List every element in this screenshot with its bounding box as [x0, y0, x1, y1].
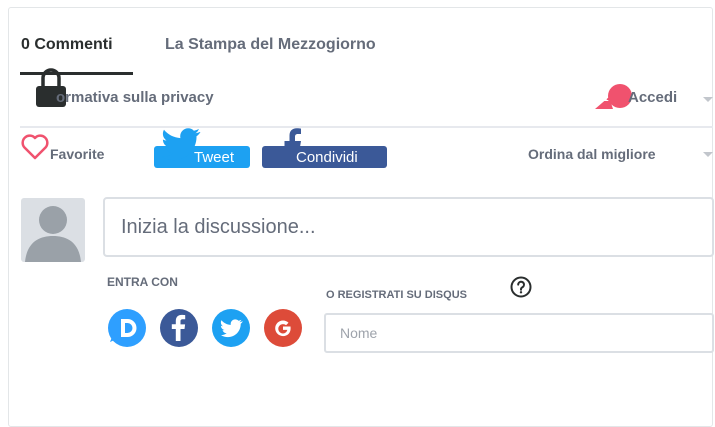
tab-forum-name[interactable]: La Stampa del Mezzogiorno: [165, 36, 376, 54]
favorite-button-label[interactable]: Favorite: [50, 146, 104, 162]
login-with-label: ENTRA CON: [107, 275, 178, 289]
chevron-down-icon[interactable]: [703, 97, 713, 102]
notification-count: 1: [603, 93, 609, 104]
avatar-silhouette-icon: [25, 206, 81, 262]
facebook-share-label: Condividi: [296, 149, 358, 166]
google-login-icon[interactable]: [263, 308, 303, 348]
sort-dropdown[interactable]: Ordina dal migliore: [528, 146, 656, 162]
register-label: O REGISTRATI SU DISQUS: [326, 289, 467, 301]
compose-comment-input[interactable]: [103, 197, 714, 257]
default-avatar-icon: [21, 198, 85, 262]
tab-comments-count[interactable]: 0 Commenti: [21, 36, 113, 54]
tweet-button-label: Tweet: [194, 149, 235, 166]
name-field[interactable]: [324, 313, 714, 353]
toolbar-divider: [20, 126, 713, 128]
heart-icon[interactable]: [21, 132, 49, 160]
login-menu[interactable]: Accedi: [628, 89, 677, 106]
help-icon[interactable]: [510, 276, 532, 298]
disqus-login-icon[interactable]: [107, 308, 147, 348]
chevron-down-icon[interactable]: [703, 152, 713, 157]
facebook-login-icon[interactable]: [159, 308, 199, 348]
privacy-policy-link[interactable]: ormativa sulla privacy: [56, 89, 214, 106]
twitter-login-icon[interactable]: [211, 308, 251, 348]
